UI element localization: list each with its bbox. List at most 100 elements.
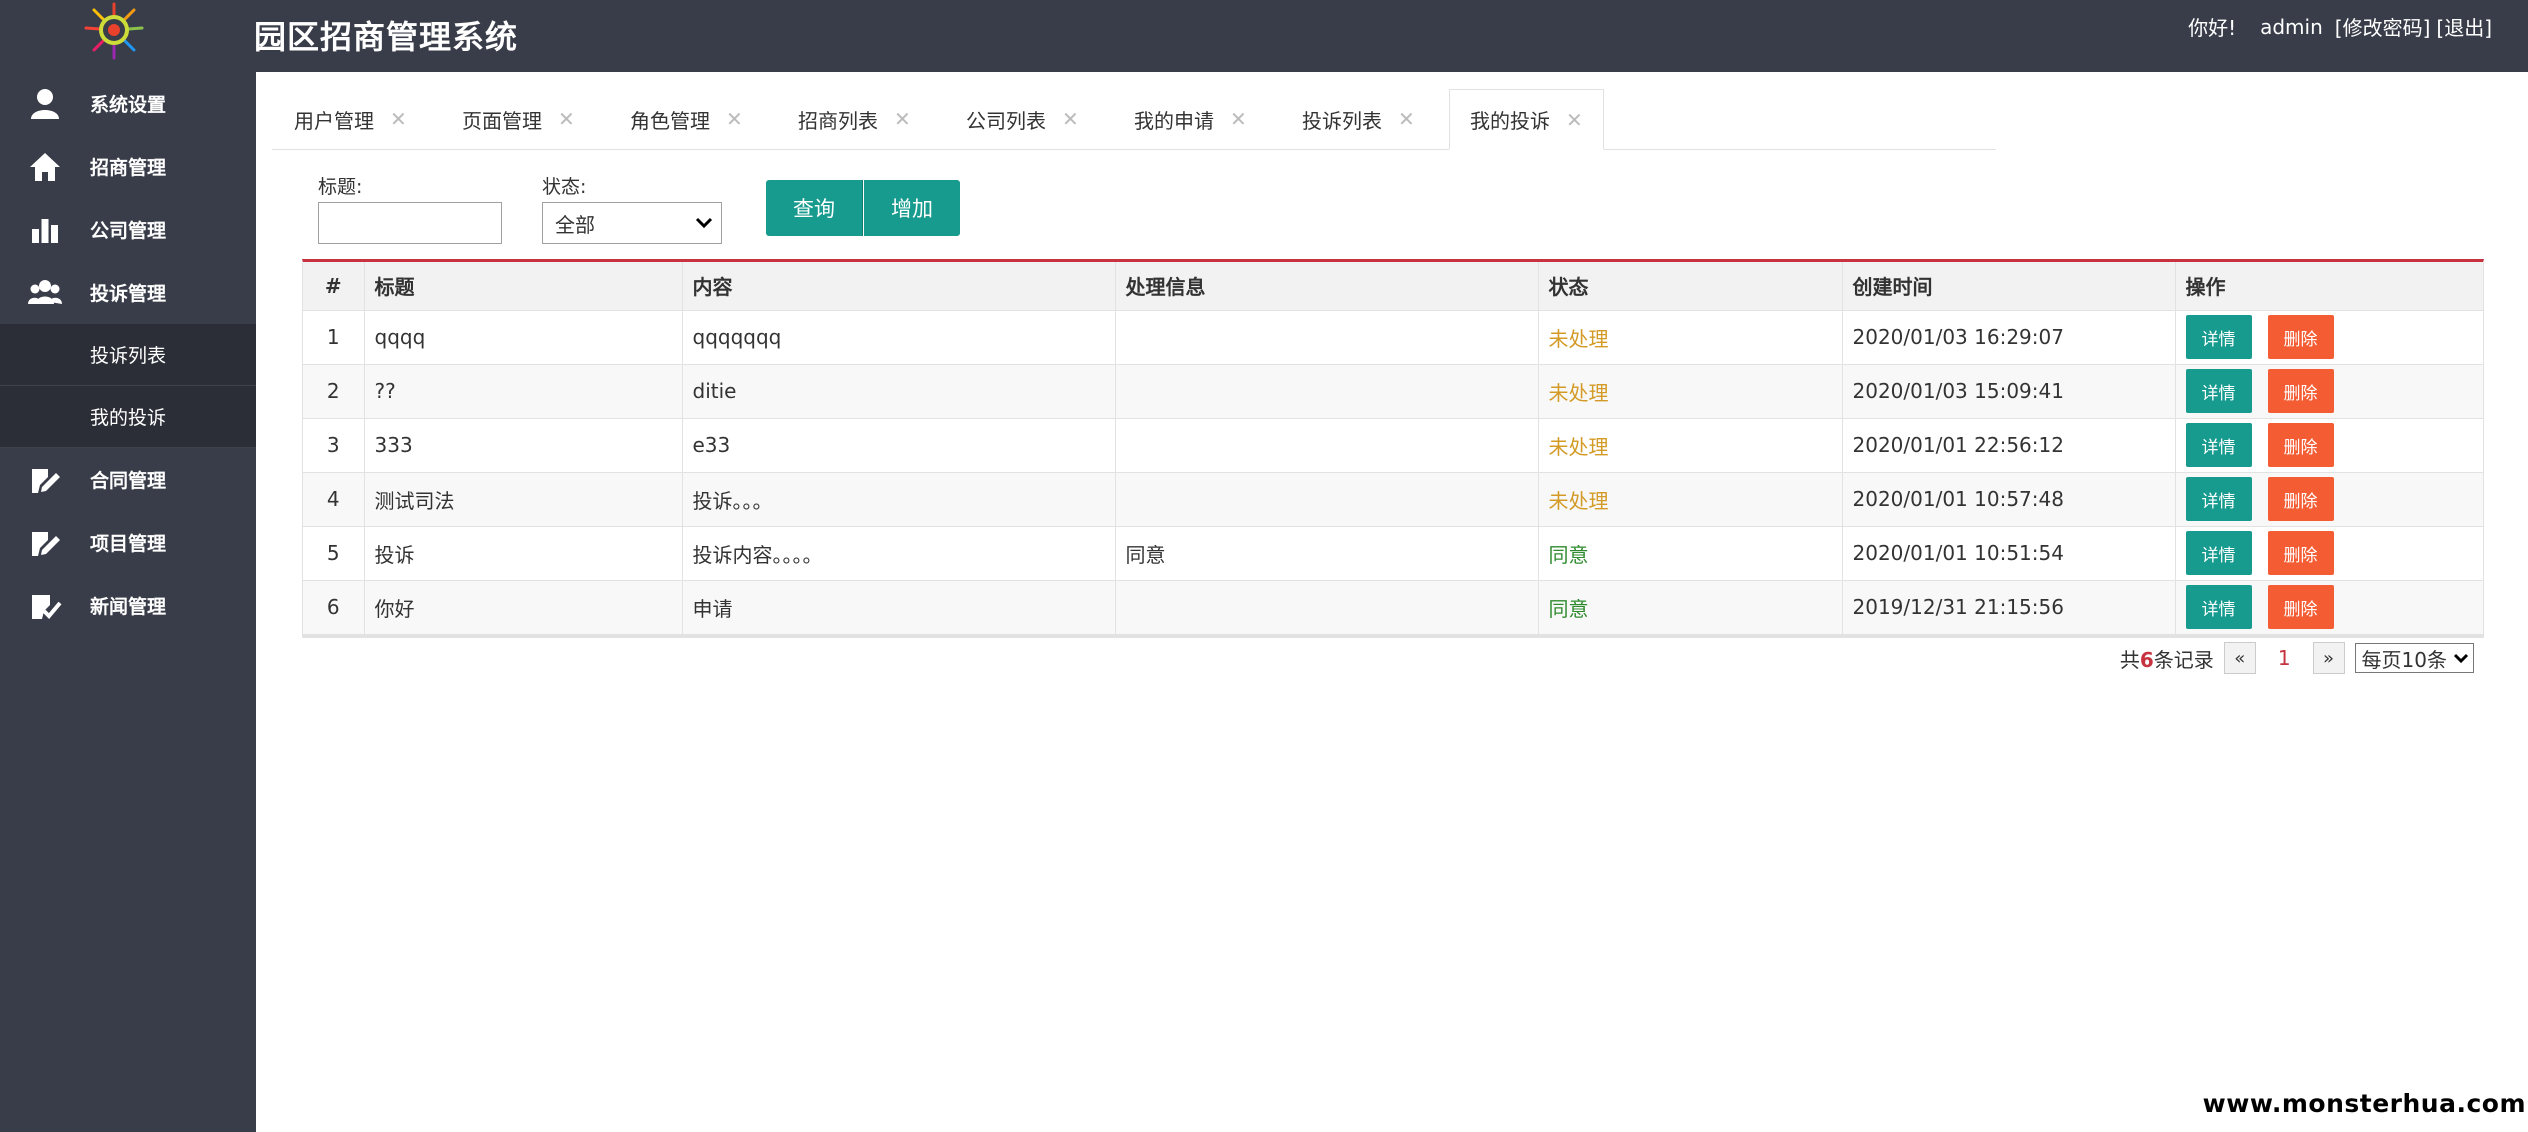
table-row: 5 投诉 投诉内容。。。。 同意 同意 2020/01/01 10:51:54 … [303,526,2484,581]
column-header-actions: 操作 [2175,262,2484,311]
detail-button[interactable]: 详情 [2185,423,2252,467]
sidebar-item-news[interactable]: 新闻管理 [0,574,256,637]
row-actions: 详情 删除 [2175,526,2484,581]
column-header-index: # [303,262,365,311]
sidebar-item-label: 投诉管理 [90,283,167,305]
prev-page-button[interactable]: « [2223,642,2256,674]
current-page[interactable]: 1 [2278,646,2291,670]
row-index: 3 [303,418,365,473]
close-icon[interactable]: ✕ [894,107,911,131]
sidebar-subitem-complaint-list[interactable]: 投诉列表 [0,324,256,386]
sidebar-item-project[interactable]: 项目管理 [0,511,256,574]
chevron-down-icon [695,217,713,229]
tab-label: 我的投诉 [1470,109,1550,133]
column-header-handling: 处理信息 [1115,262,1539,311]
delete-button[interactable]: 删除 [2267,315,2334,359]
total-records: 共6条记录 [2120,644,2214,673]
tab-role-management[interactable]: 角色管理 ✕ [630,89,743,149]
tab-label: 投诉列表 [1302,108,1382,133]
detail-button[interactable]: 详情 [2185,315,2252,359]
sidebar-item-company[interactable]: 公司管理 [0,198,256,261]
sidebar-item-investment[interactable]: 招商管理 [0,135,256,198]
app-title: 园区招商管理系统 [254,18,519,56]
tab-bar: 用户管理 ✕ 页面管理 ✕ 角色管理 ✕ 招商列表 ✕ 公司列表 ✕ 我的申请 ✕ 投诉列表… [272,89,1996,150]
row-status: 同意 [1538,526,1843,581]
home-icon [28,150,62,184]
row-actions: 详情 删除 [2175,472,2484,527]
tab-investment-list[interactable]: 招商列表 ✕ [798,89,911,149]
tab-my-applications[interactable]: 我的申请 ✕ [1134,89,1247,149]
status-filter-select[interactable]: 全部 [542,202,722,244]
tab-my-complaints[interactable]: 我的投诉 ✕ [1449,89,1604,150]
bar-chart-icon [28,213,62,247]
delete-button[interactable]: 删除 [2267,369,2334,413]
row-created: 2020/01/01 10:51:54 [1842,526,2176,581]
row-content: e33 [682,418,1116,473]
row-content: 申请 [682,580,1116,635]
tab-user-management[interactable]: 用户管理 ✕ [294,89,407,149]
row-content: 投诉。。。 [682,472,1116,527]
table-row: 2 ?? ditie 未处理 2020/01/03 15:09:41 详情 删除 [303,364,2484,419]
row-status: 未处理 [1538,418,1843,473]
tab-page-management[interactable]: 页面管理 ✕ [462,89,575,149]
delete-button[interactable]: 删除 [2267,423,2334,467]
detail-button[interactable]: 详情 [2185,477,2252,521]
greeting-text: 你好! [2188,16,2237,40]
row-title: qqqq [364,310,683,365]
close-icon[interactable]: ✕ [726,107,743,131]
detail-button[interactable]: 详情 [2185,585,2252,629]
close-icon[interactable]: ✕ [1398,107,1415,131]
top-header: 园区招商管理系统 你好! admin [修改密码] [退出] [0,0,2528,72]
edit-doc-icon [28,463,62,497]
sidebar-item-label: 系统设置 [90,94,167,116]
row-created: 2020/01/03 15:09:41 [1842,364,2176,419]
row-actions: 详情 删除 [2175,364,2484,419]
users-icon [28,276,62,310]
close-icon[interactable]: ✕ [1062,107,1079,131]
row-index: 4 [303,472,365,527]
row-content: qqqqqqq [682,310,1116,365]
next-page-button[interactable]: » [2312,642,2345,674]
column-header-created: 创建时间 [1842,262,2176,311]
change-password-link[interactable]: [修改密码] [2335,12,2431,41]
table-header-row: # 标题 内容 处理信息 状态 创建时间 操作 [303,262,2484,311]
sidebar-item-complaint[interactable]: 投诉管理 [0,261,256,324]
row-content: ditie [682,364,1116,419]
tab-label: 角色管理 [630,108,710,133]
query-button[interactable]: 查询 [766,180,863,236]
tab-label: 公司列表 [966,108,1046,133]
detail-button[interactable]: 详情 [2185,369,2252,413]
row-handling: 同意 [1115,526,1539,581]
total-prefix: 共 [2119,647,2140,672]
close-icon[interactable]: ✕ [390,107,407,131]
page-size-value: 每页10条 [2361,647,2447,672]
table-row: 1 qqqq qqqqqqq 未处理 2020/01/03 16:29:07 详… [303,310,2484,365]
row-actions: 详情 删除 [2175,418,2484,473]
sidebar-item-contract[interactable]: 合同管理 [0,448,256,511]
table-row: 4 测试司法 投诉。。。 未处理 2020/01/01 10:57:48 详情删… [303,472,2484,527]
add-button[interactable]: 增加 [864,180,960,236]
row-created: 2019/12/31 21:15:56 [1842,580,2176,635]
close-icon[interactable]: ✕ [1230,107,1247,131]
delete-button[interactable]: 删除 [2267,531,2334,575]
delete-button[interactable]: 删除 [2267,477,2334,521]
tab-company-list[interactable]: 公司列表 ✕ [966,89,1079,149]
sidebar-item-system-settings[interactable]: 系统设置 [0,72,256,135]
row-title: 投诉 [364,526,683,581]
tab-label: 用户管理 [294,108,374,133]
total-count: 6 [2139,647,2154,672]
username-text: admin [2260,14,2323,39]
user-icon [28,87,62,121]
tab-label: 页面管理 [462,108,542,133]
tab-complaint-list[interactable]: 投诉列表 ✕ [1302,89,1415,149]
close-icon[interactable]: ✕ [1566,108,1583,132]
logout-link[interactable]: [退出] [2436,12,2492,41]
page-size-select[interactable]: 每页10条 [2354,643,2474,673]
sidebar-subitem-my-complaints[interactable]: 我的投诉 [0,386,256,448]
close-icon[interactable]: ✕ [558,107,575,131]
pagination: 共6条记录 « 1 » 每页10条 [2120,642,2474,674]
detail-button[interactable]: 详情 [2185,531,2252,575]
delete-button[interactable]: 删除 [2267,585,2334,629]
column-header-content: 内容 [682,262,1116,311]
title-filter-input[interactable] [318,202,502,244]
